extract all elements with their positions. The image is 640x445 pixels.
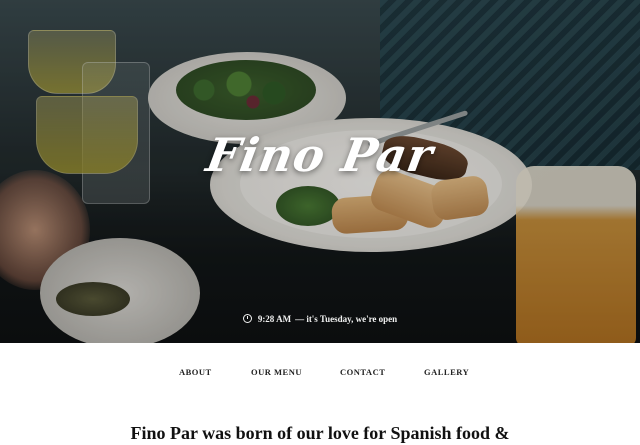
opening-status: 9:28 AM — it's Tuesday, we're open [0, 314, 640, 324]
site-logo-title: Fino Par [202, 128, 438, 182]
hero-banner: Fino Par 9:28 AM — it's Tuesday, we're op… [0, 0, 640, 343]
main-nav: ABOUT OUR MENU CONTACT GALLERY [0, 343, 640, 399]
status-text: — it's Tuesday, we're open [295, 314, 398, 324]
nav-item-about[interactable]: ABOUT [179, 367, 212, 377]
clock-icon [242, 314, 252, 323]
intro-heading: Fino Par was born of our love for Spanis… [130, 423, 510, 443]
nav-item-our-menu[interactable]: OUR MENU [251, 367, 302, 377]
nav-item-contact[interactable]: CONTACT [340, 367, 385, 377]
nav-item-gallery[interactable]: GALLERY [424, 367, 469, 377]
status-time: 9:28 AM [257, 314, 292, 324]
